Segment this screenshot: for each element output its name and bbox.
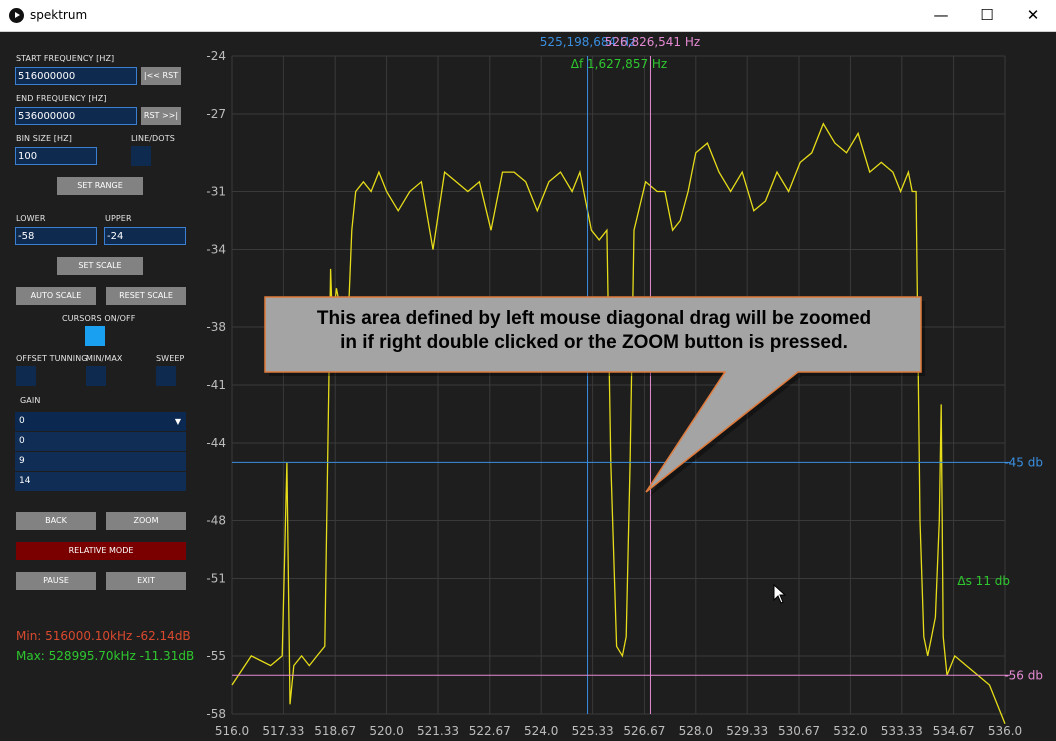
callout-line-1: This area defined by left mouse diagonal… [316, 308, 872, 329]
set-range-button[interactable]: SET RANGE [57, 177, 143, 195]
gain-select[interactable]: 0 ▼ [15, 412, 186, 431]
reset-scale-button[interactable]: RESET SCALE [106, 287, 186, 305]
min-max-label: MIN/MAX [86, 354, 123, 363]
maximize-button[interactable]: ☐ [964, 0, 1010, 31]
reset-end-button[interactable]: RST >>| [141, 107, 181, 125]
window-title: spektrum [30, 8, 88, 22]
upper-label: UPPER [105, 214, 132, 223]
sweep-toggle[interactable] [156, 366, 176, 386]
gain-option[interactable]: 9 [15, 452, 186, 471]
zoom-hint-callout: This area defined by left mouse diagonal… [268, 307, 920, 355]
title-bar: spektrum — ☐ ✕ [0, 0, 1056, 32]
line-dots-label: LINE/DOTS [131, 134, 175, 143]
min-readout: Min: 516000.10kHz -62.14dB [16, 629, 191, 643]
offset-tuning-toggle[interactable] [16, 366, 36, 386]
upper-input[interactable]: -24 [104, 227, 186, 245]
bin-size-input[interactable]: 100 [15, 147, 97, 165]
reset-start-button[interactable]: |<< RST [141, 67, 181, 85]
end-frequency-input[interactable]: 536000000 [15, 107, 137, 125]
start-frequency-label: START FREQUENCY [HZ] [16, 54, 115, 63]
gain-selected-value: 0 [19, 416, 25, 426]
callout-line-2: in if right double clicked or the ZOOM b… [340, 332, 848, 353]
gain-option[interactable]: 0 [15, 432, 186, 451]
set-scale-button[interactable]: SET SCALE [57, 257, 143, 275]
cursors-toggle[interactable] [85, 326, 105, 346]
exit-button[interactable]: EXIT [106, 572, 186, 590]
gain-label: GAIN [20, 396, 41, 405]
offset-tuning-label: OFFSET TUNNING [16, 354, 88, 363]
zoom-button[interactable]: ZOOM [106, 512, 186, 530]
end-frequency-label: END FREQUENCY [HZ] [16, 94, 107, 103]
back-button[interactable]: BACK [16, 512, 96, 530]
sweep-label: SWEEP [156, 354, 185, 363]
bin-size-label: BIN SIZE [HZ] [16, 134, 72, 143]
minimize-button[interactable]: — [918, 0, 964, 31]
start-frequency-input[interactable]: 516000000 [15, 67, 137, 85]
max-readout: Max: 528995.70kHz -11.31dB [16, 649, 195, 663]
pause-button[interactable]: PAUSE [16, 572, 96, 590]
auto-scale-button[interactable]: AUTO SCALE [16, 287, 96, 305]
mouse-pointer-icon [773, 584, 787, 604]
chevron-down-icon: ▼ [174, 417, 181, 426]
close-button[interactable]: ✕ [1010, 0, 1056, 31]
cursors-label: CURSORS ON/OFF [62, 314, 136, 323]
min-max-toggle[interactable] [86, 366, 106, 386]
lower-label: LOWER [16, 214, 46, 223]
line-dots-toggle[interactable] [131, 146, 151, 166]
lower-input[interactable]: -58 [15, 227, 97, 245]
relative-mode-button[interactable]: RELATIVE MODE [16, 542, 186, 560]
gain-option[interactable]: 14 [15, 472, 186, 491]
app-play-icon [9, 8, 24, 23]
